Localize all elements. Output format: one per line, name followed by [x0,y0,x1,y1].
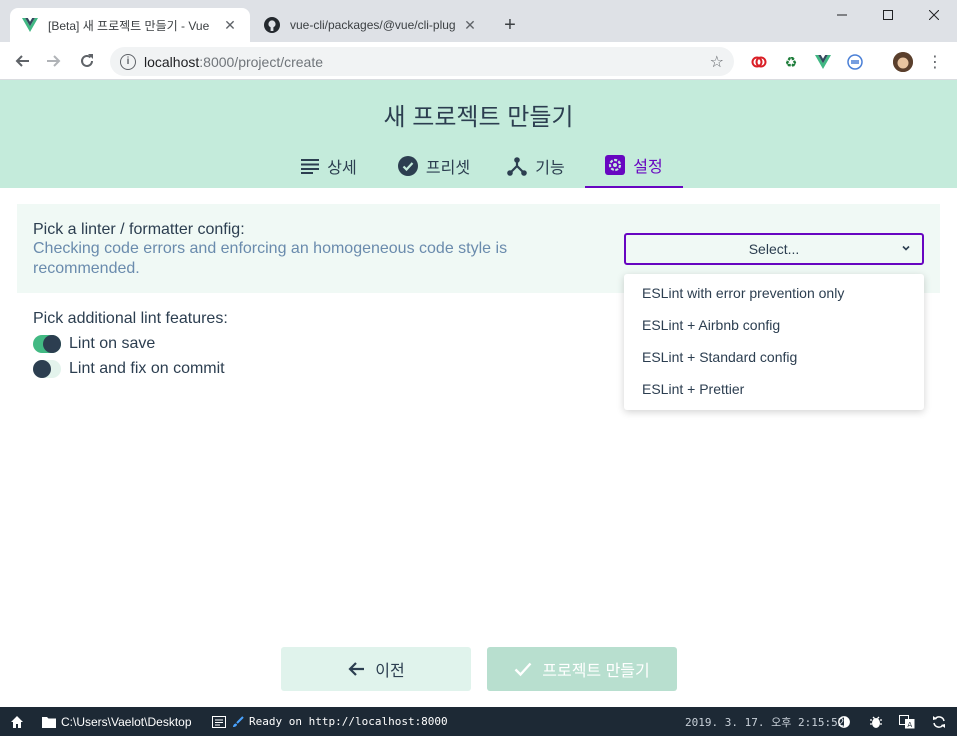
creative-cloud-icon[interactable] [750,53,768,71]
cwd-button[interactable]: C:\Users\Vaelot\Desktop [42,707,192,736]
reload-icon[interactable] [75,49,99,73]
toggle-label: Lint on save [69,335,156,352]
avatar[interactable] [893,52,913,72]
toggle-label: Lint and fix on commit [69,360,225,377]
vue-devtools-icon[interactable] [814,53,832,71]
dropdown-option[interactable]: ESLint + Airbnb config [624,309,924,341]
tab-strip: [Beta] 새 프로젝트 만들기 - Vue ✕ vue-cli/packag… [0,0,957,42]
home-icon[interactable] [10,707,24,736]
folder-icon [42,716,56,728]
tab-label: 설정 [633,159,663,176]
select-placeholder: Select... [748,241,800,257]
arrow-left-icon [348,662,365,676]
sync-icon[interactable] [846,53,864,71]
vue-logo-icon [22,17,38,33]
tab-label: 상세 [327,160,357,177]
log-message: Ready on http://localhost:8000 [249,715,448,728]
toggle-switch[interactable] [33,335,61,353]
log-button[interactable]: Ready on http://localhost:8000 [212,707,448,736]
tab-features[interactable]: 기능 [494,144,578,188]
create-project-button[interactable]: 프로젝트 만들기 [487,647,677,691]
browser-toolbar: i localhost:8000/project/create ☆ ♻ ⋮ [0,42,957,80]
close-tab-icon[interactable]: ✕ [222,17,238,33]
check-icon [514,662,532,677]
tab-settings[interactable]: 설정 [585,144,683,188]
toggle-switch[interactable] [33,360,61,378]
tab-title: vue-cli/packages/@vue/cli-plug [290,18,456,32]
linter-title: Pick a linter / formatter config: [33,221,245,238]
create-label: 프로젝트 만들기 [542,663,650,680]
dropdown-option[interactable]: ESLint + Prettier [624,373,924,405]
status-bar: C:\Users\Vaelot\Desktop Ready on http://… [0,707,957,736]
url-host: localhost [144,53,200,70]
features-title: Pick additional lint features: [33,310,228,327]
dropdown-option[interactable]: ESLint with error prevention only [624,277,924,309]
tab-title: [Beta] 새 프로젝트 만들기 - Vue [48,18,210,33]
close-tab-icon[interactable]: ✕ [462,17,478,33]
menu-kebab-icon[interactable]: ⋮ [926,53,944,71]
back-arrow-icon[interactable] [10,49,34,73]
list-icon [301,159,320,174]
browser-tab[interactable]: vue-cli/packages/@vue/cli-plug ✕ [252,8,490,42]
tab-label: 프리셋 [425,160,471,177]
lint-fix-commit-toggle[interactable]: Lint and fix on commit [33,359,225,379]
bug-icon[interactable] [869,707,883,736]
fork-icon [507,157,528,176]
info-icon[interactable]: i [120,53,136,70]
bookmark-star-icon[interactable]: ☆ [710,52,724,72]
page-title: 새 프로젝트 만들기 [383,104,574,131]
tab-details[interactable]: 상세 [283,144,375,188]
step-tabs: 상세 프리셋 기능 설정 [0,144,957,188]
previous-label: 이전 [375,663,405,680]
tab-label: 기능 [535,160,565,177]
brush-icon [233,715,244,727]
dark-mode-icon[interactable] [838,707,850,736]
refresh-icon[interactable] [932,707,946,736]
dropdown-option[interactable]: ESLint + Standard config [624,341,924,373]
svg-text:A: A [907,721,912,729]
browser-tab-active[interactable]: [Beta] 새 프로젝트 만들기 - Vue ✕ [10,8,250,42]
maximize-icon[interactable] [865,0,911,30]
cwd-path: C:\Users\Vaelot\Desktop [61,714,192,729]
linter-description: Checking code errors and enforcing an ho… [33,240,508,277]
page-header: 새 프로젝트 만들기 상세 프리셋 기능 설정 [0,80,957,188]
browser-window: [Beta] 새 프로젝트 만들기 - Vue ✕ vue-cli/packag… [0,0,957,736]
url-path: :8000/project/create [199,53,324,70]
previous-button[interactable]: 이전 [281,647,471,691]
settings-icon [605,155,626,175]
datetime: 2019. 3. 17. 오후 2:15:52 [685,715,845,729]
minimize-icon[interactable] [819,0,865,30]
tab-presets[interactable]: 프리셋 [380,144,488,188]
recycle-icon[interactable]: ♻ [782,53,800,71]
translate-icon[interactable]: A [899,707,915,736]
check-circle-icon [397,156,418,176]
linter-select[interactable]: Select... [624,233,924,265]
lint-on-save-toggle[interactable]: Lint on save [33,334,155,354]
new-tab-button[interactable]: + [498,14,522,38]
terminal-icon [212,715,226,728]
linter-dropdown: ESLint with error prevention only ESLint… [624,274,924,410]
address-bar[interactable]: i localhost:8000/project/create ☆ [110,47,734,76]
chevron-down-icon [902,245,910,251]
github-icon [264,17,280,33]
forward-arrow-icon[interactable] [42,49,66,73]
close-icon[interactable] [911,0,957,30]
